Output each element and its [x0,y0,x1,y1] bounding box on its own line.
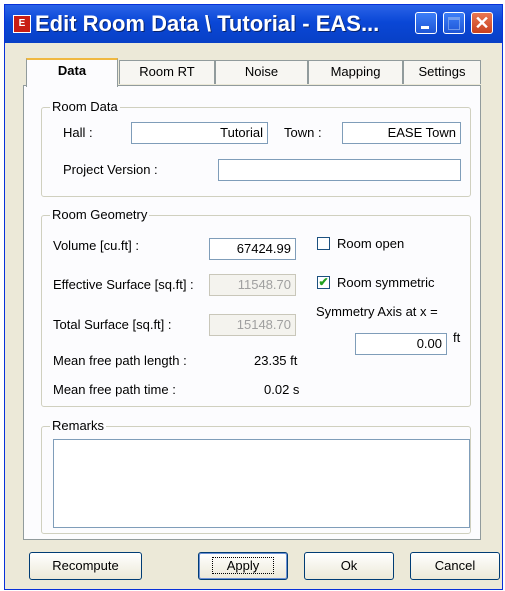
total-surface-field: 15148.70 [209,314,296,336]
close-button[interactable]: ✕ [471,12,493,34]
tab-data[interactable]: Data [26,58,118,87]
tab-mapping[interactable]: Mapping [308,60,403,84]
recompute-button[interactable]: Recompute [29,552,142,580]
symmetry-axis-field[interactable]: 0.00 [355,333,447,355]
volume-field[interactable]: 67424.99 [209,238,296,260]
effective-surface-label: Effective Surface [sq.ft] : [53,277,194,292]
maximize-button[interactable] [443,12,465,34]
minimize-button[interactable] [415,12,437,34]
town-field[interactable]: EASE Town [342,122,461,144]
remarks-textarea[interactable] [53,439,470,528]
ok-button[interactable]: Ok [304,552,394,580]
remarks-group-title: Remarks [50,418,107,433]
room-symmetric-label[interactable]: Room symmetric [337,275,435,290]
mean-free-path-time-value: 0.02 s [264,382,300,397]
tab-room-rt[interactable]: Room RT [119,60,215,84]
title-bar[interactable]: E Edit Room Data \ Tutorial - EAS... ✕ [5,5,502,43]
project-version-label: Project Version : [63,162,158,177]
remarks-group: Remarks [41,418,471,534]
total-surface-label: Total Surface [sq.ft] : [53,317,172,332]
town-label: Town : [284,125,322,140]
room-open-checkbox[interactable] [317,237,330,250]
close-icon: ✕ [474,13,490,33]
tab-settings[interactable]: Settings [403,60,481,84]
room-geometry-group-title: Room Geometry [50,207,150,222]
tab-noise[interactable]: Noise [215,60,308,84]
apply-button-label: Apply [211,557,275,574]
room-symmetric-checkbox[interactable]: ✔ [317,276,330,289]
room-data-group: Room Data Hall : Tutorial Town : EASE To… [41,99,471,197]
data-tab-panel: Room Data Hall : Tutorial Town : EASE To… [23,85,481,540]
volume-label: Volume [cu.ft] : [53,238,139,253]
window-title: Edit Room Data \ Tutorial - EAS... [35,11,380,36]
app-icon[interactable]: E [13,15,31,33]
room-geometry-group: Room Geometry Volume [cu.ft] : 67424.99 … [41,207,471,407]
hall-field[interactable]: Tutorial [131,122,268,144]
symmetry-axis-label: Symmetry Axis at x = [316,304,438,319]
apply-button[interactable]: Apply [198,552,288,580]
checkmark-icon: ✔ [318,275,329,289]
effective-surface-field: 11548.70 [209,274,296,296]
hall-label: Hall : [63,125,93,140]
mean-free-path-length-label: Mean free path length : [53,353,187,368]
cancel-button[interactable]: Cancel [410,552,500,580]
mean-free-path-time-label: Mean free path time : [53,382,176,397]
mean-free-path-length-value: 23.35 ft [254,353,298,368]
project-version-field[interactable] [218,159,461,181]
room-data-group-title: Room Data [50,99,120,114]
symmetry-axis-unit: ft [453,330,461,345]
room-open-label[interactable]: Room open [337,236,404,251]
